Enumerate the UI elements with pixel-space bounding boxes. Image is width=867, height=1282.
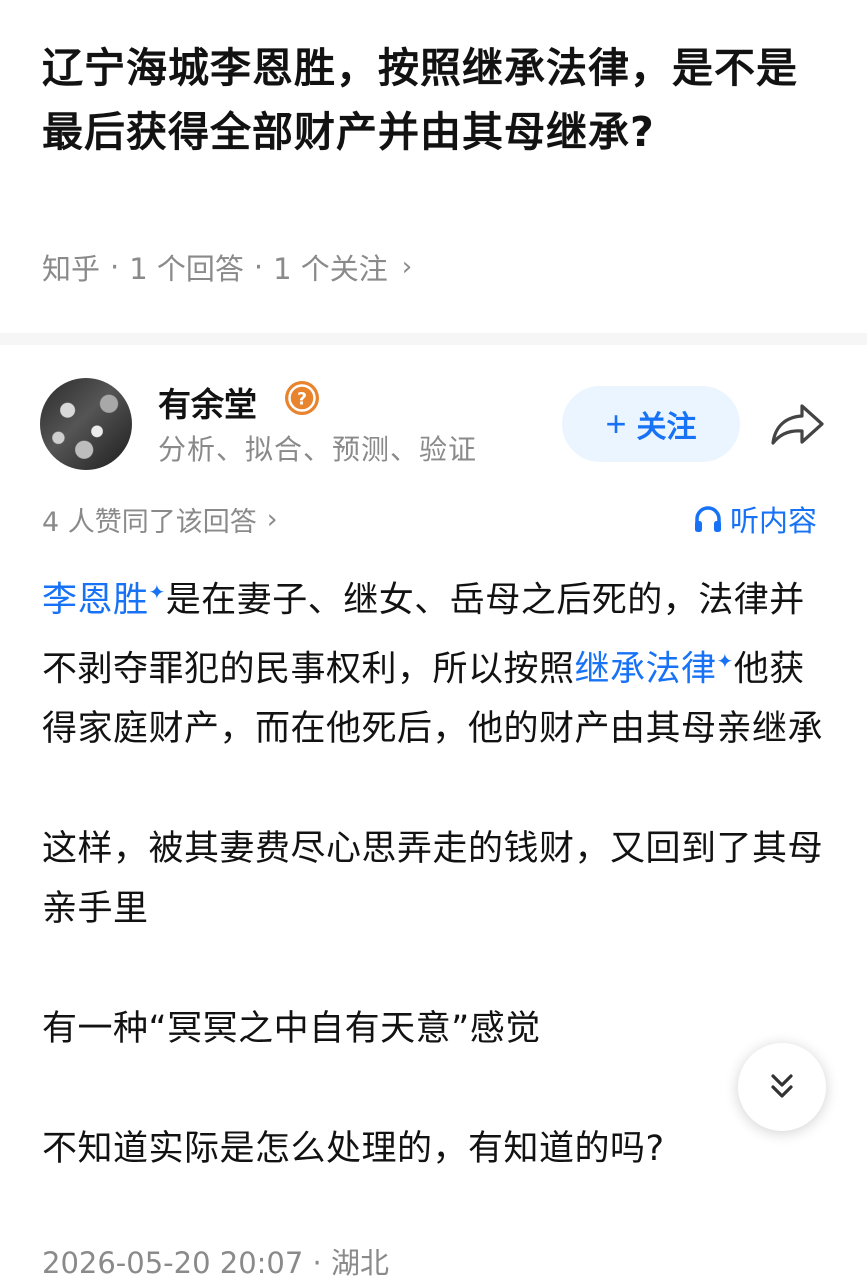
author-bio: 分析、拟合、预测、验证	[158, 433, 478, 466]
share-icon[interactable]	[768, 400, 826, 448]
meta-separator: ·	[110, 250, 120, 284]
answer-count: 1 个回答	[129, 252, 244, 286]
spark-icon: ✦	[716, 648, 734, 673]
meta-separator: ·	[253, 250, 264, 284]
listen-button[interactable]: 听内容	[692, 498, 817, 540]
chevron-right-icon: ›	[401, 252, 413, 282]
headphones-icon	[695, 506, 721, 532]
answer-date: 2026-05-20 20:07	[42, 1246, 304, 1280]
listen-label: 听内容	[730, 504, 818, 538]
keyword-link-li-ensheng[interactable]: 李恩胜	[42, 581, 149, 621]
plus-icon: +	[605, 403, 627, 444]
follow-button[interactable]: + 关注	[562, 386, 740, 462]
spark-icon: ✦	[148, 580, 166, 604]
source-label: 知乎	[42, 252, 101, 286]
double-chevron-down-icon	[771, 1074, 793, 1098]
follow-count: 1 个关注	[273, 252, 388, 286]
question-badge-icon: ?	[285, 381, 319, 415]
chevron-right-icon: ›	[266, 504, 278, 535]
scroll-down-button[interactable]	[738, 1043, 826, 1131]
answer-paragraph: 这样，被其妻费尽心思弄走的钱财，又回到了其母亲手里	[42, 829, 824, 930]
answer-paragraph: 有一种“冥冥之中自有天意”感觉	[42, 1009, 541, 1050]
agree-count: 4 人赞同了该回答	[42, 507, 257, 538]
section-divider	[0, 333, 867, 345]
ip-location: 湖北	[330, 1246, 389, 1280]
answer-body: 李恩胜✦是在妻子、继女、岳母之后死的，法律并不剥夺罪犯的民事权利，所以按照继承法…	[42, 562, 832, 1179]
answer-paragraph: 不知道实际是怎么处理的，有知道的吗?	[42, 1129, 665, 1170]
answer-footer-meta: 2026-05-20 20:07 · 湖北	[42, 1240, 389, 1282]
author-name[interactable]: 有余堂	[158, 378, 257, 426]
keyword-link-inheritance-law[interactable]: 继承法律	[575, 649, 717, 689]
follow-label: 关注	[636, 411, 697, 444]
question-meta[interactable]: 知乎 · 1 个回答 · 1 个关注 ›	[42, 246, 412, 288]
meta-separator: ·	[312, 1246, 322, 1280]
question-title[interactable]: 辽宁海城李恩胜，按照继承法律，是不是最后获得全部财产并由其母继承?	[42, 36, 832, 164]
answer-paragraph: 李恩胜✦是在妻子、继女、岳母之后死的，法律并不剥夺罪犯的民事权利，所以按照继承法…	[42, 562, 832, 759]
avatar[interactable]	[40, 378, 132, 470]
agree-count-row[interactable]: 4 人赞同了该回答 ›	[42, 500, 278, 539]
svg-text:?: ?	[297, 390, 307, 410]
